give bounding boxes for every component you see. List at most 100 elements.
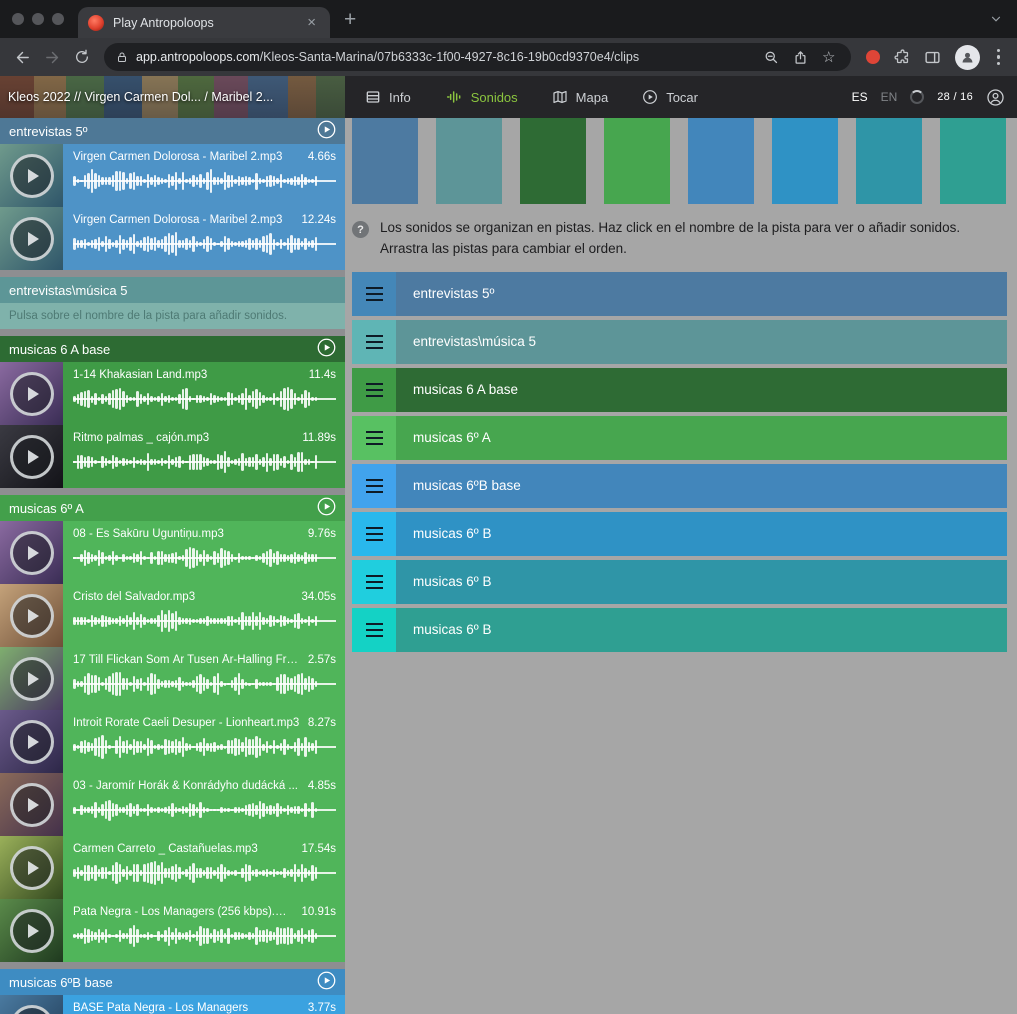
track-row-bar[interactable]: musicas 6º B — [396, 608, 1007, 652]
track-row[interactable]: musicas 6º A — [352, 416, 1007, 460]
clip-row[interactable]: Introit Rorate Caeli Desuper - Lionheart… — [0, 710, 345, 773]
clip-row[interactable]: Pata Negra - Los Managers (256 kbps).mp3… — [0, 899, 345, 962]
track-play-button[interactable] — [317, 120, 336, 142]
clip-row[interactable]: 17 Till Flickan Som Är Tusen År-Halling … — [0, 647, 345, 710]
track-swatch[interactable] — [520, 118, 586, 204]
track-row-name: musicas 6ºB base — [413, 478, 521, 493]
clip-play-overlay[interactable] — [0, 647, 63, 710]
track-row[interactable]: musicas 6º B — [352, 560, 1007, 604]
track-row-bar[interactable]: musicas 6º B — [396, 560, 1007, 604]
track-row-bar[interactable]: musicas 6 A base — [396, 368, 1007, 412]
track-row-bar[interactable]: musicas 6º A — [396, 416, 1007, 460]
track-row[interactable]: musicas 6º B — [352, 608, 1007, 652]
side-panel-icon[interactable] — [919, 43, 947, 71]
clip-play-overlay[interactable] — [0, 773, 63, 836]
clip-row[interactable]: Cristo del Salvador.mp334.05s — [0, 584, 345, 647]
lang-en-button[interactable]: EN — [881, 90, 898, 104]
track-rows: entrevistas 5ºentrevistas\música 5musica… — [352, 272, 1007, 652]
track-header[interactable]: entrevistas\música 5 — [0, 277, 345, 303]
track-header[interactable]: musicas 6ºB base — [0, 969, 345, 995]
new-tab-button[interactable]: + — [344, 9, 356, 30]
clip-play-overlay[interactable] — [0, 995, 63, 1014]
track-swatch[interactable] — [772, 118, 838, 204]
clip-name: Introit Rorate Caeli Desuper - Lionheart… — [73, 717, 299, 729]
share-icon[interactable] — [790, 50, 811, 65]
track-swatch[interactable] — [436, 118, 502, 204]
extension-record-icon[interactable] — [866, 50, 880, 64]
address-bar[interactable]: app.antropoloops.com/Kleos-Santa-Marina/… — [104, 43, 851, 71]
breadcrumb[interactable]: Kleos 2022 // Virgen Carmen Dol... / Mar… — [8, 90, 273, 104]
drag-handle[interactable] — [352, 320, 396, 364]
window-zoom-button[interactable] — [52, 13, 64, 25]
bookmark-star-icon[interactable]: ☆ — [819, 50, 838, 65]
clip-play-overlay[interactable] — [0, 362, 63, 425]
clip-thumbnail — [0, 836, 63, 899]
clip-info: Pata Negra - Los Managers (256 kbps).mp3… — [73, 906, 336, 918]
track-header[interactable]: musicas 6º A — [0, 495, 345, 521]
forward-icon[interactable] — [38, 43, 66, 71]
track-play-button[interactable] — [317, 497, 336, 519]
drag-handle[interactable] — [352, 416, 396, 460]
clip-play-overlay[interactable] — [0, 584, 63, 647]
clip-play-overlay[interactable] — [0, 899, 63, 962]
tab-close-icon[interactable]: × — [303, 13, 320, 32]
clip-play-overlay[interactable] — [0, 710, 63, 773]
track-row[interactable]: entrevistas 5º — [352, 272, 1007, 316]
clip-row[interactable]: Carmen Carreto _ Castañuelas.mp317.54s — [0, 836, 345, 899]
clip-play-overlay[interactable] — [0, 207, 63, 270]
clip-row[interactable]: Virgen Carmen Dolorosa - Maribel 2.mp34.… — [0, 144, 345, 207]
browser-menu-icon[interactable] — [988, 49, 1010, 66]
drag-handle[interactable] — [352, 368, 396, 412]
drag-handle[interactable] — [352, 512, 396, 556]
track-swatch[interactable] — [856, 118, 922, 204]
clip-row[interactable]: 03 - Jaromír Horák & Konrádyho dudácká .… — [0, 773, 345, 836]
tab-info[interactable]: Info — [365, 89, 411, 105]
play-ring-icon — [10, 435, 54, 479]
extensions-puzzle-icon[interactable] — [889, 43, 917, 71]
track-row[interactable]: entrevistas\música 5 — [352, 320, 1007, 364]
track-swatch[interactable] — [352, 118, 418, 204]
track-play-button[interactable] — [317, 971, 336, 993]
track-row[interactable]: musicas 6º B — [352, 512, 1007, 556]
zoom-icon[interactable] — [761, 50, 782, 65]
tab-sonidos[interactable]: Sonidos — [445, 89, 518, 105]
track-row[interactable]: musicas 6 A base — [352, 368, 1007, 412]
clip-row[interactable]: BASE Pata Negra - Los Managers3.77s — [0, 995, 345, 1014]
track-swatch[interactable] — [688, 118, 754, 204]
track-row-bar[interactable]: musicas 6º B — [396, 512, 1007, 556]
clip-play-overlay[interactable] — [0, 521, 63, 584]
track-row-bar[interactable]: musicas 6ºB base — [396, 464, 1007, 508]
tab-search-chevron-icon[interactable] — [989, 12, 1003, 26]
track-swatch[interactable] — [940, 118, 1006, 204]
browser-tab[interactable]: Play Antropoloops × — [78, 7, 330, 38]
lang-es-button[interactable]: ES — [852, 90, 868, 104]
track-header[interactable]: musicas 6 A base — [0, 336, 345, 362]
window-minimize-button[interactable] — [32, 13, 44, 25]
track-play-button[interactable] — [317, 338, 336, 360]
drag-handle[interactable] — [352, 464, 396, 508]
profile-avatar[interactable] — [955, 45, 980, 70]
account-icon[interactable] — [986, 88, 1005, 107]
help-question-icon: ? — [352, 221, 369, 238]
window-close-button[interactable] — [12, 13, 24, 25]
back-icon[interactable] — [8, 43, 36, 71]
tab-mapa[interactable]: Mapa — [552, 89, 609, 105]
clip-row[interactable]: 08 - Es Sakūru Uguntiņu.mp39.76s — [0, 521, 345, 584]
clip-play-overlay[interactable] — [0, 836, 63, 899]
clip-row[interactable]: Ritmo palmas _ cajón.mp311.89s — [0, 425, 345, 488]
track-row-bar[interactable]: entrevistas 5º — [396, 272, 1007, 316]
track-row-bar[interactable]: entrevistas\música 5 — [396, 320, 1007, 364]
tab-tocar[interactable]: Tocar — [642, 89, 698, 105]
track-row[interactable]: musicas 6ºB base — [352, 464, 1007, 508]
clip-row[interactable]: 1-14 Khakasian Land.mp311.4s — [0, 362, 345, 425]
track-header[interactable]: entrevistas 5º — [0, 118, 345, 144]
drag-handle[interactable] — [352, 560, 396, 604]
clip-play-overlay[interactable] — [0, 144, 63, 207]
track-row-name: musicas 6º B — [413, 622, 491, 637]
track-swatch[interactable] — [604, 118, 670, 204]
drag-handle[interactable] — [352, 272, 396, 316]
reload-icon[interactable] — [68, 43, 96, 71]
clip-play-overlay[interactable] — [0, 425, 63, 488]
clip-row[interactable]: Virgen Carmen Dolorosa - Maribel 2.mp312… — [0, 207, 345, 270]
drag-handle[interactable] — [352, 608, 396, 652]
